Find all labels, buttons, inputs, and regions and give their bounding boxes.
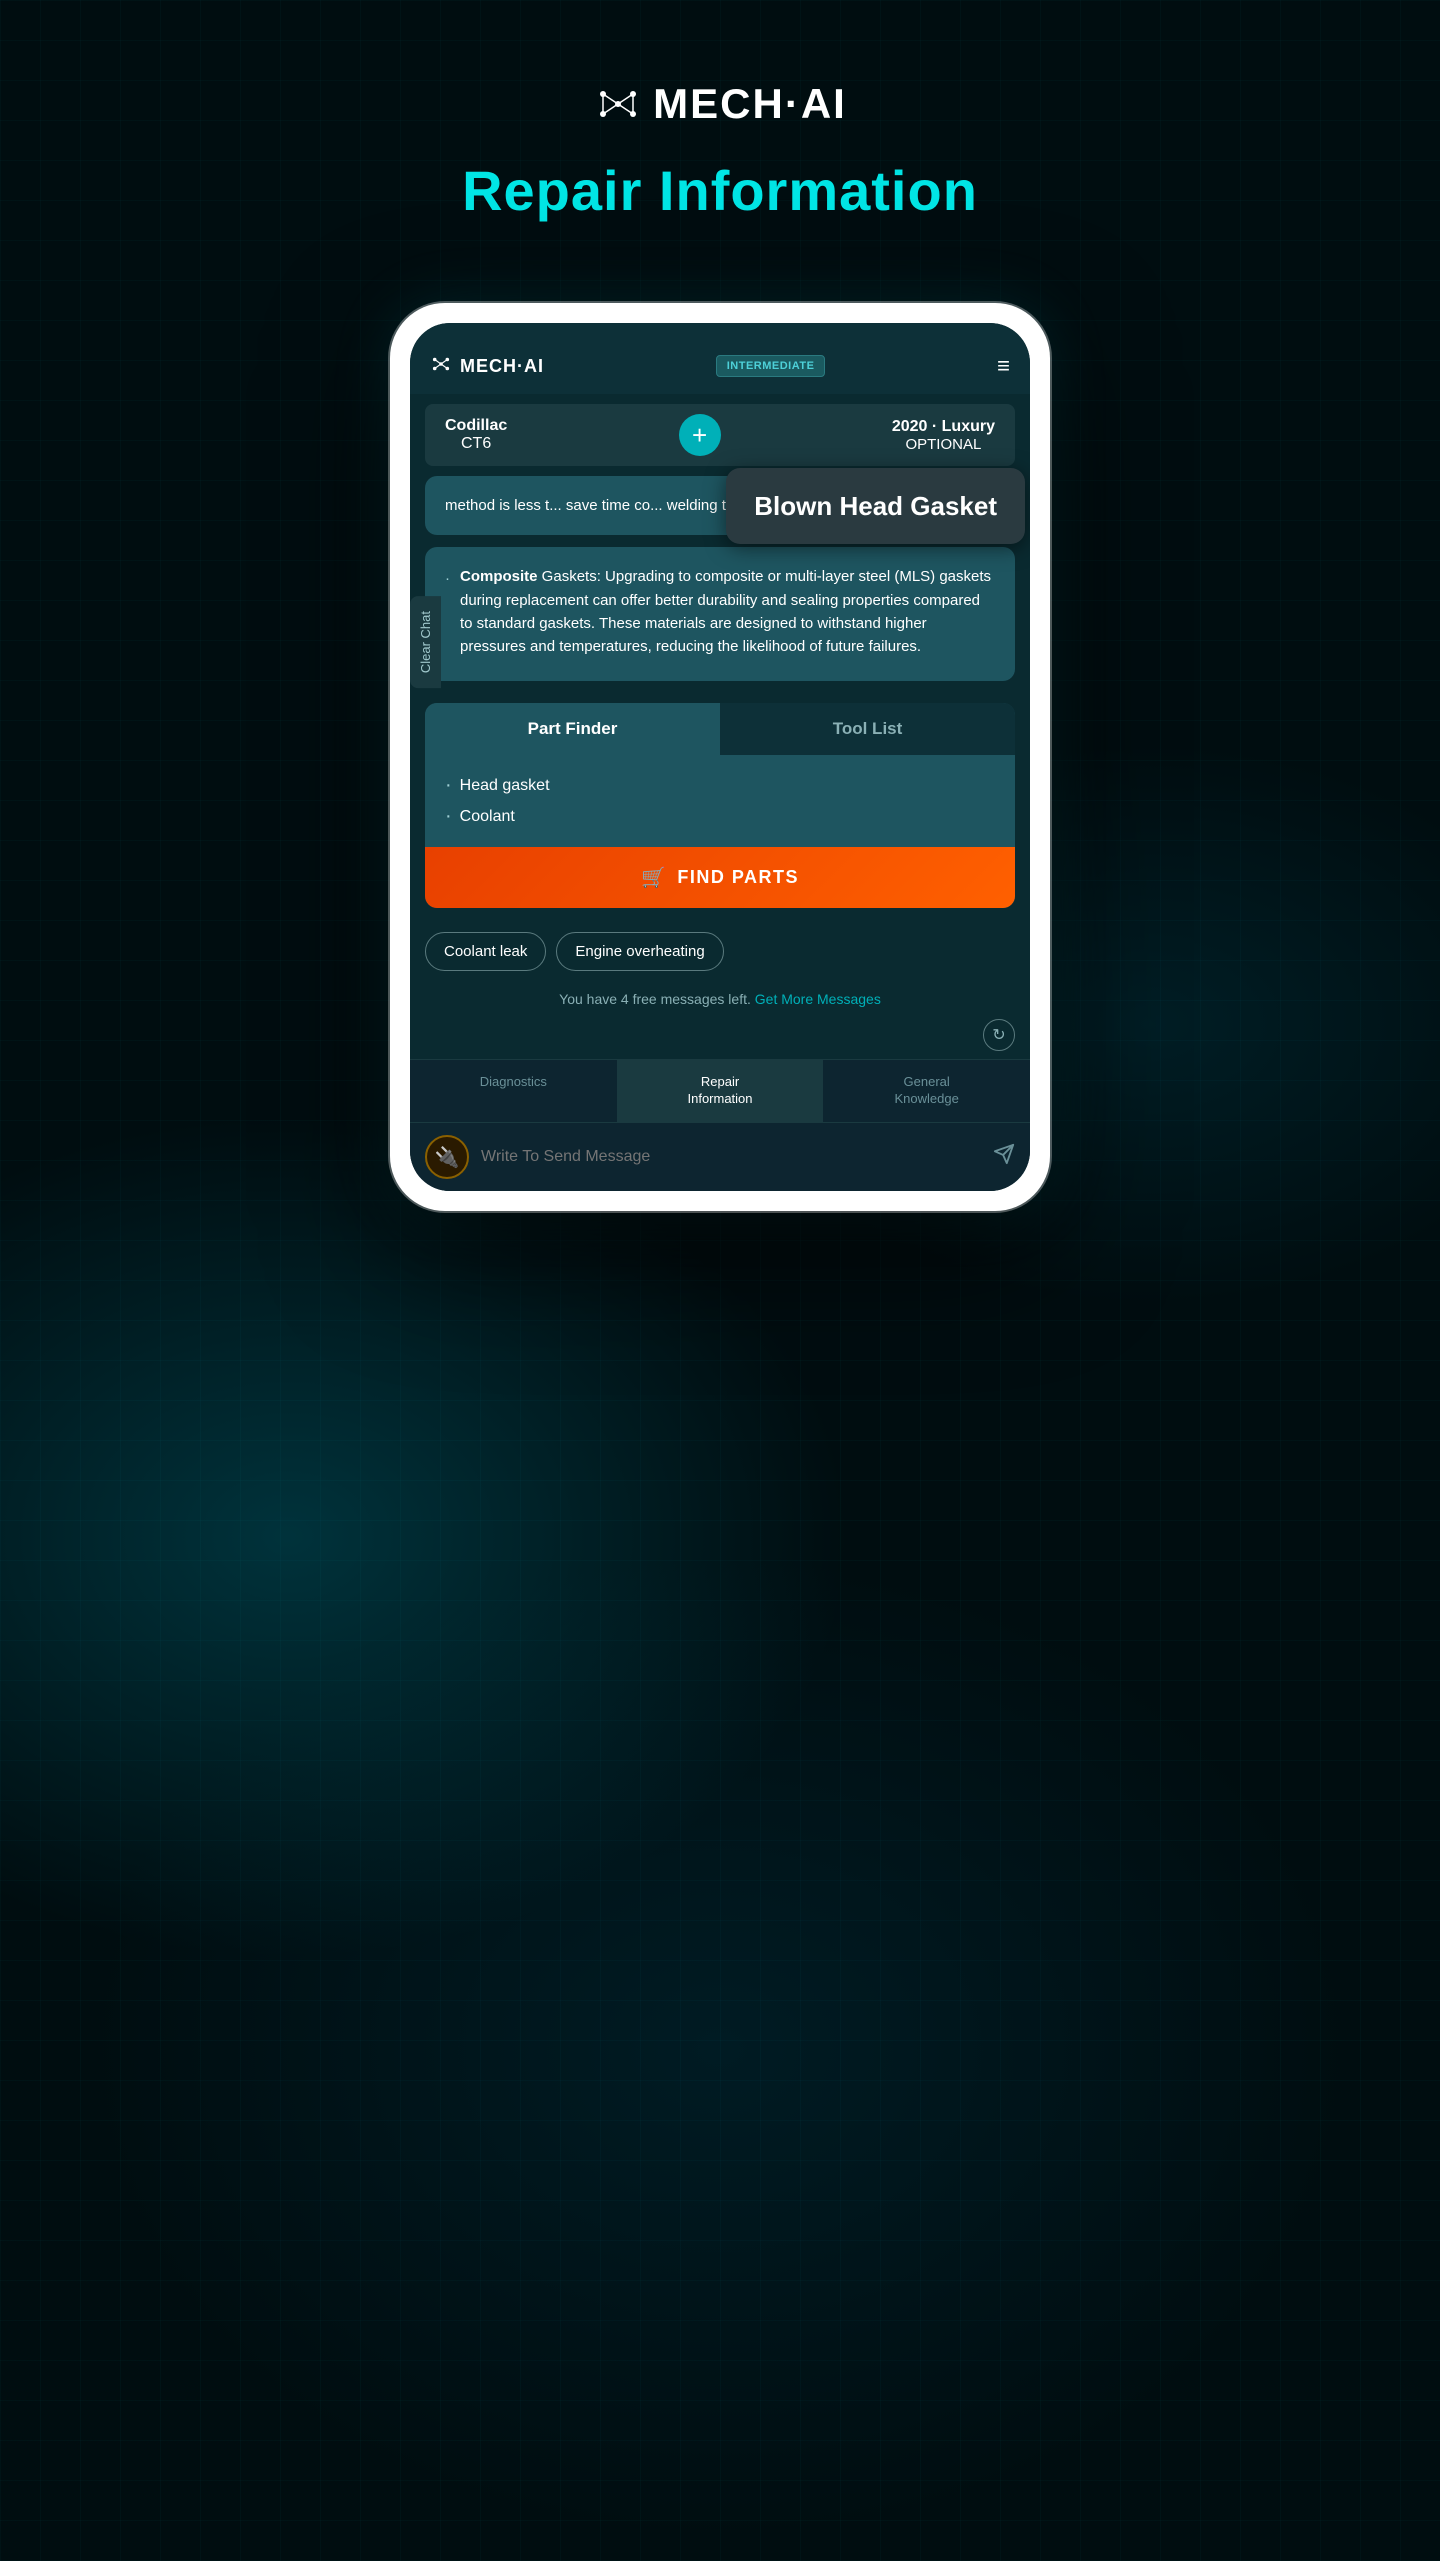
get-more-messages-link[interactable]: Get More Messages: [755, 991, 881, 1007]
chat-bubble-composite: · Composite Gaskets: Upgrading to compos…: [425, 547, 1015, 681]
messages-count-text: You have 4 free messages left.: [559, 991, 751, 1007]
message-input-bar: 🔌: [410, 1122, 1030, 1191]
parts-list: Head gasket Coolant: [445, 770, 995, 832]
chat-area: method is less t... save time co... weld…: [410, 476, 1030, 703]
tooltip-blown-head-gasket: Blown Head Gasket: [726, 468, 1025, 544]
vehicle-add-button[interactable]: +: [679, 414, 721, 456]
chat-bubble-truncated: method is less t... save time co... weld…: [425, 476, 1015, 535]
vehicle-tier: OPTIONAL: [892, 436, 995, 453]
nav-repair-information[interactable]: RepairInformation: [617, 1060, 824, 1122]
message-input[interactable]: [481, 1148, 981, 1166]
vehicle-info-left: Codillac CT6: [445, 417, 507, 453]
header-logo-icon: [430, 355, 452, 378]
composite-rest: Gaskets: Upgrading to composite or multi…: [460, 568, 991, 655]
clear-chat-button[interactable]: Clear Chat: [410, 596, 441, 688]
tabs-header: Part Finder Tool List: [425, 703, 1015, 755]
chip-engine-overheating[interactable]: Engine overheating: [556, 932, 723, 971]
page-title: Repair Information: [462, 158, 978, 223]
find-parts-button[interactable]: 🛒 FIND PARTS: [425, 847, 1015, 908]
tabs-content: Head gasket Coolant: [425, 755, 1015, 847]
refresh-area: ↻: [410, 1019, 1030, 1059]
cart-icon: 🛒: [641, 865, 667, 890]
phone-notch: [655, 303, 785, 315]
app-logo-text: MECH·AI: [653, 80, 847, 128]
hamburger-icon[interactable]: ≡: [997, 353, 1010, 379]
vehicle-model: CT6: [445, 435, 507, 453]
tabs-section: Part Finder Tool List Head gasket Coolan…: [425, 703, 1015, 908]
badge-intermediate: INTERMEDIATE: [716, 355, 826, 377]
app-logo: MECH·AI: [593, 80, 847, 128]
messages-info: You have 4 free messages left. Get More …: [410, 983, 1030, 1019]
chip-coolant-leak[interactable]: Coolant leak: [425, 932, 546, 971]
header-logo-text: MECH·AI: [460, 356, 544, 377]
nav-general-knowledge[interactable]: GeneralKnowledge: [823, 1060, 1030, 1122]
vehicle-name: Codillac: [445, 417, 507, 435]
part-item-head-gasket: Head gasket: [445, 770, 995, 801]
part-item-coolant: Coolant: [445, 801, 995, 832]
obd-icon: 🔌: [425, 1135, 469, 1179]
composite-bold: Composite: [460, 568, 538, 585]
phone-mockup: MECH·AI INTERMEDIATE ≡ Codillac CT6 + 20…: [390, 303, 1050, 1211]
tab-part-finder[interactable]: Part Finder: [425, 703, 720, 755]
page-wrapper: MECH·AI Repair Information: [0, 0, 1440, 1211]
app-header: MECH·AI INTERMEDIATE ≡: [410, 323, 1030, 394]
app-header-logo: MECH·AI: [430, 355, 544, 378]
find-parts-label: FIND PARTS: [677, 867, 799, 888]
bullet-composite: · Composite Gaskets: Upgrading to compos…: [445, 565, 995, 658]
composite-text: Composite Gaskets: Upgrading to composit…: [460, 565, 995, 658]
phone-screen: MECH·AI INTERMEDIATE ≡ Codillac CT6 + 20…: [410, 323, 1030, 1191]
nav-diagnostics[interactable]: Diagnostics: [410, 1060, 617, 1122]
suggestion-chips: Coolant leak Engine overheating: [410, 920, 1030, 983]
vehicle-info-right: 2020 · Luxury OPTIONAL: [892, 418, 995, 453]
send-icon[interactable]: [993, 1143, 1015, 1171]
vehicle-year: 2020 · Luxury: [892, 418, 995, 436]
logo-icon: [593, 84, 643, 124]
vehicle-bar: Codillac CT6 + 2020 · Luxury OPTIONAL: [425, 404, 1015, 466]
bullet-dot: ·: [445, 567, 450, 658]
tab-tool-list[interactable]: Tool List: [720, 703, 1015, 755]
refresh-icon[interactable]: ↻: [983, 1019, 1015, 1051]
bottom-nav: Diagnostics RepairInformation GeneralKno…: [410, 1059, 1030, 1122]
